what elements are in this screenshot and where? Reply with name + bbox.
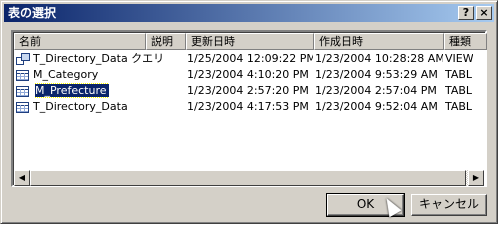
item-created: 1/23/2004 2:57:04 PM <box>315 84 437 97</box>
item-updated: 1/23/2004 4:17:53 PM <box>187 100 309 113</box>
table-list[interactable]: 名前 説明 更新日時 作成日時 種類 T_Directory_Data クエリ … <box>11 30 487 187</box>
column-header-updated[interactable]: 更新日時 <box>186 33 314 50</box>
item-updated: 1/23/2004 2:57:20 PM <box>187 84 309 97</box>
item-created: 1/23/2004 10:28:28 AM <box>315 52 443 65</box>
column-header-name[interactable]: 名前 <box>14 33 146 50</box>
item-type: TABLE <box>445 84 473 97</box>
list-item-selected[interactable]: M_Prefecture 1/23/2004 2:57:20 PM 1/23/2… <box>14 83 473 99</box>
table-icon <box>16 102 29 113</box>
item-type: TABLE <box>445 68 473 81</box>
dialog-title: 表の選択 <box>8 6 57 20</box>
list-header: 名前 説明 更新日時 作成日時 種類 <box>14 33 487 50</box>
scrollbar-thumb[interactable] <box>30 170 466 186</box>
horizontal-scrollbar[interactable]: ◀ ▶ <box>14 170 484 186</box>
column-header-description[interactable]: 説明 <box>146 33 186 50</box>
item-name: T_Directory_Data <box>33 100 128 113</box>
scroll-left-icon[interactable]: ◀ <box>14 170 30 186</box>
help-button[interactable]: ? <box>458 6 474 20</box>
item-name: M_Category <box>33 68 99 81</box>
query-icon <box>16 53 30 65</box>
item-name: M_Prefecture <box>35 83 109 98</box>
select-table-dialog: 表の選択 ? × 名前 説明 更新日時 作成日時 種類 T_Directory_… <box>0 0 498 224</box>
item-updated: 1/25/2004 12:09:22 PM <box>187 52 313 65</box>
table-icon <box>16 86 29 97</box>
item-updated: 1/23/2004 4:10:20 PM <box>187 68 309 81</box>
item-created: 1/23/2004 9:53:29 AM <box>315 68 438 81</box>
column-header-type[interactable]: 種類 <box>444 33 487 50</box>
item-type: TABLE <box>445 100 473 113</box>
table-icon <box>16 70 29 81</box>
scroll-right-icon[interactable]: ▶ <box>468 170 484 186</box>
item-type: VIEW <box>445 52 473 65</box>
title-bar[interactable]: 表の選択 ? × <box>4 4 494 22</box>
item-name: T_Directory_Data クエリ <box>33 52 165 65</box>
cancel-button[interactable]: キャンセル <box>411 194 487 216</box>
item-created: 1/23/2004 9:52:04 AM <box>315 100 438 113</box>
column-header-created[interactable]: 作成日時 <box>314 33 444 50</box>
list-item[interactable]: T_Directory_Data クエリ 1/25/2004 12:09:22 … <box>14 51 473 67</box>
close-button[interactable]: × <box>476 6 492 20</box>
list-item[interactable]: M_Category 1/23/2004 4:10:20 PM 1/23/200… <box>14 67 473 83</box>
list-item[interactable]: T_Directory_Data 1/23/2004 4:17:53 PM 1/… <box>14 99 473 115</box>
